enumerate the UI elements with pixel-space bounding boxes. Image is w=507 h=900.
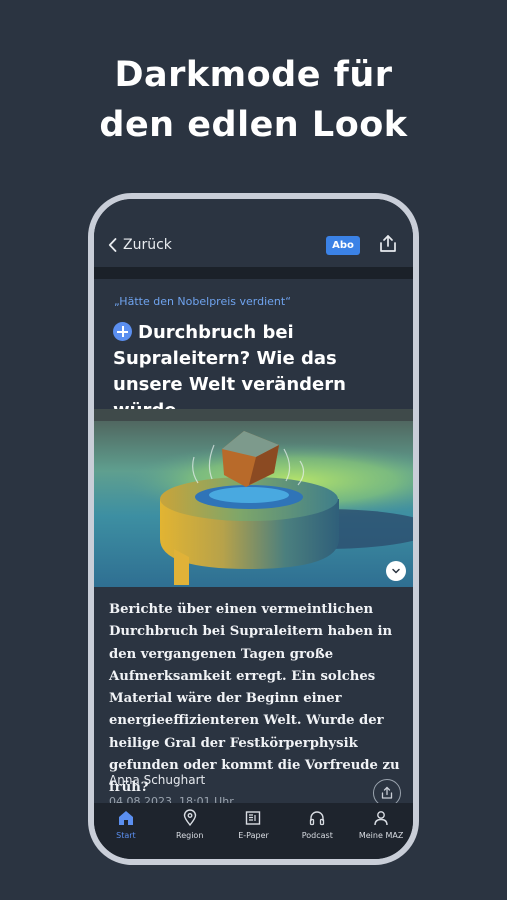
abo-badge[interactable]: Abo (326, 236, 360, 255)
tab-label: Meine MAZ (358, 831, 404, 840)
hero-illustration (94, 409, 413, 587)
tab-meine-maz[interactable]: Meine MAZ (349, 803, 413, 859)
article-author: Anna Schughart (109, 773, 206, 787)
article-title-text: Durchbruch bei Supraleitern? Wie das uns… (113, 322, 346, 421)
chevron-down-icon (392, 568, 400, 574)
app-screen: Zurück Abo „Hätte den Nobelpreis verdien… (94, 199, 413, 859)
back-button[interactable]: Zurück (108, 237, 172, 253)
article-hero-image[interactable] (94, 409, 413, 587)
expand-image-button[interactable] (386, 561, 406, 581)
back-label: Zurück (123, 237, 172, 253)
article-kicker: „Hätte den Nobelpreis verdient“ (114, 295, 291, 308)
user-icon (374, 811, 388, 826)
tab-label: Podcast (301, 831, 333, 840)
share-icon (381, 786, 393, 799)
tab-start[interactable]: Start (94, 803, 158, 859)
tab-region[interactable]: Region (158, 803, 222, 859)
tab-epaper[interactable]: E-Paper (222, 803, 286, 859)
tab-label: Start (116, 831, 136, 840)
share-button[interactable] (377, 233, 399, 259)
map-pin-icon (183, 809, 196, 827)
chevron-left-icon (108, 238, 117, 252)
tab-label: E-Paper (238, 831, 269, 840)
promo-line-1: Darkmode für (114, 55, 393, 95)
promo-headline: Darkmode für den edlen Look (0, 50, 507, 150)
tab-label: Region (176, 831, 204, 840)
bottom-tab-bar: Start Region E-Paper Podcast Meine MAZ (94, 803, 413, 859)
home-icon (118, 811, 133, 825)
share-icon (380, 235, 396, 252)
phone-frame: Zurück Abo „Hätte den Nobelpreis verdien… (88, 193, 419, 865)
promo-line-2: den edlen Look (99, 105, 408, 145)
top-bar: Zurück Abo (94, 199, 413, 267)
article-lead: Berichte über einen vermeintlichen Durch… (109, 602, 400, 796)
header-divider (94, 267, 413, 279)
plus-icon (113, 322, 132, 341)
headphones-icon (310, 811, 325, 826)
article-date: 04.08.2023, 18:01 Uhr (109, 795, 234, 803)
newspaper-icon (246, 811, 261, 825)
tab-podcast[interactable]: Podcast (285, 803, 349, 859)
